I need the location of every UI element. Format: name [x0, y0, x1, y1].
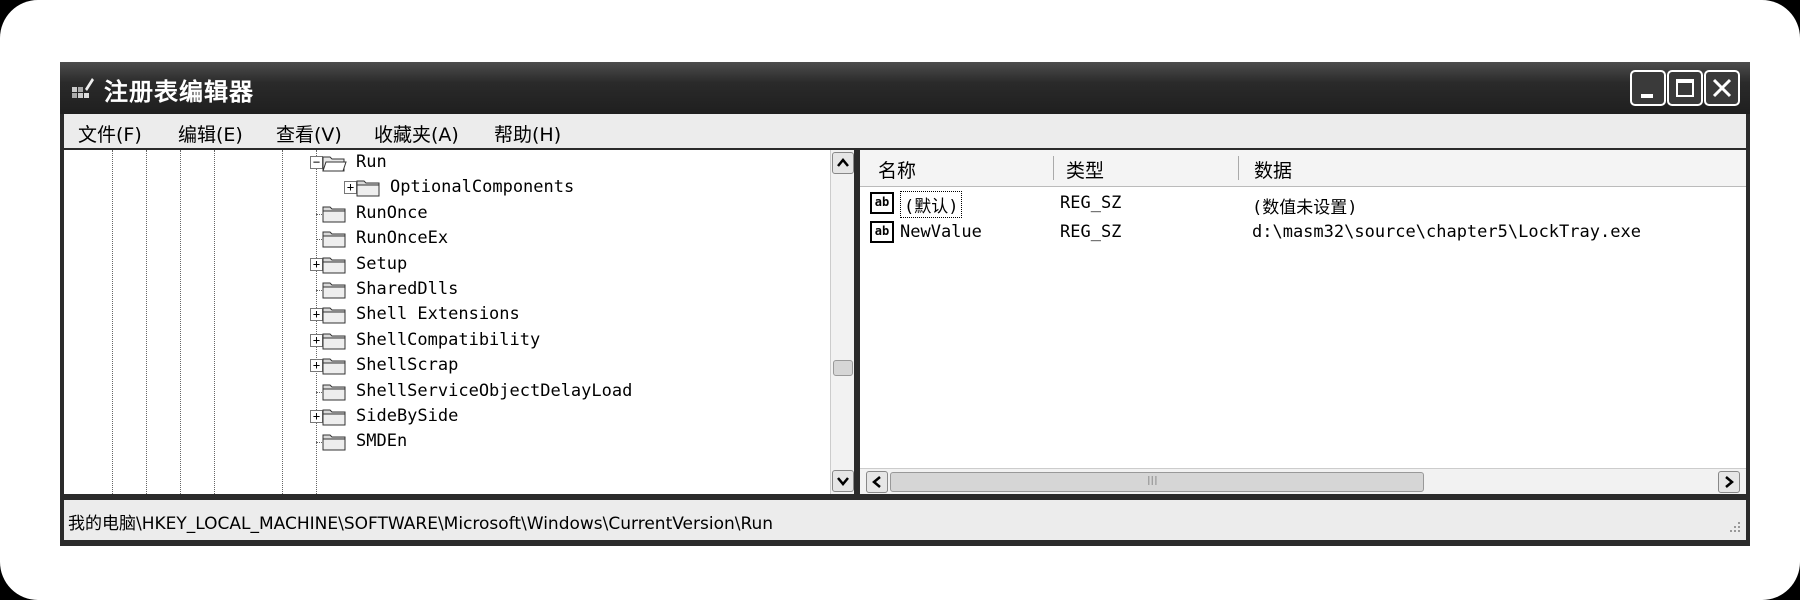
close-button[interactable]: [1704, 70, 1740, 106]
tree-item-label: OptionalComponents: [390, 177, 575, 198]
folder-icon: [322, 434, 346, 451]
tree-item-shell-extensions[interactable]: + Shell Extensions: [64, 302, 834, 328]
scroll-thumb[interactable]: [833, 360, 853, 376]
folder-open-icon: [322, 156, 347, 172]
minimize-icon: [1641, 94, 1653, 98]
list-horizontal-scrollbar[interactable]: III: [860, 468, 1746, 494]
folder-icon: [322, 358, 346, 375]
column-divider[interactable]: [1053, 156, 1054, 180]
chevron-up-icon: [837, 158, 849, 167]
menu-help[interactable]: 帮助(H): [494, 120, 561, 147]
tree-item-label: SharedDlls: [356, 279, 459, 299]
scroll-right-button[interactable]: [1718, 471, 1740, 493]
folder-icon: [322, 231, 346, 248]
chevron-left-icon: [872, 476, 881, 488]
scroll-up-button[interactable]: [832, 152, 854, 174]
value-type: REG_SZ: [1060, 193, 1122, 213]
list-header: 名称 类型 数据: [860, 150, 1746, 187]
tree-item-shellcompatibility[interactable]: + ShellCompatibility: [64, 328, 834, 354]
tree-item-label: SideBySide: [356, 406, 459, 426]
value-name: NewValue: [900, 222, 982, 242]
menu-file[interactable]: 文件(F): [78, 120, 142, 147]
tree-item-label: Setup: [356, 253, 408, 274]
window-title: 注册表编辑器: [104, 78, 254, 106]
column-divider[interactable]: [1238, 156, 1239, 180]
column-header-data[interactable]: 数据: [1254, 156, 1292, 183]
tree-item-runonce[interactable]: RunOnce: [64, 201, 834, 227]
tree-item-sidebyside[interactable]: + SideBySide: [64, 404, 834, 430]
regedit-window: 注册表编辑器 文件(F) 编辑(E) 查看(V) 收藏夹(A) 帮助(H) − R…: [60, 62, 1750, 546]
close-icon: [1712, 78, 1732, 98]
folder-icon: [322, 384, 346, 401]
value-name: (默认): [900, 191, 963, 218]
maximize-icon: [1676, 79, 1694, 97]
tree-item-shellserviceobjectdelayload[interactable]: ShellServiceObjectDelayLoad: [64, 379, 834, 405]
value-data: d:\masm32\source\chapter5\LockTray.exe: [1252, 222, 1641, 242]
tree-item-optionalcomponents[interactable]: + OptionalComponents: [64, 175, 834, 201]
scroll-grip-icon: III: [1147, 474, 1158, 488]
value-data: (数值未设置): [1252, 198, 1358, 218]
chevron-right-icon: [1725, 476, 1734, 488]
minimize-button[interactable]: [1630, 70, 1666, 106]
list-item[interactable]: ab (默认) REG_SZ (数值未设置): [860, 190, 1746, 218]
folder-icon: [322, 282, 346, 299]
scroll-thumb[interactable]: III: [890, 472, 1424, 492]
tree-item-label: Run: [356, 152, 387, 172]
tree-item-runonceex[interactable]: RunOnceEx: [64, 226, 834, 252]
tree-item-label: ShellServiceObjectDelayLoad: [356, 380, 633, 401]
menu-bar: 文件(F) 编辑(E) 查看(V) 收藏夹(A) 帮助(H): [64, 114, 1746, 148]
tree-item-label: RunOnce: [356, 202, 428, 223]
scroll-down-button[interactable]: [832, 470, 854, 492]
menu-view[interactable]: 查看(V): [276, 120, 342, 147]
values-list-pane[interactable]: 名称 类型 数据 ab (默认) REG_SZ (数值未设置) ab NewVa…: [860, 150, 1746, 494]
chevron-down-icon: [837, 477, 849, 486]
folder-icon: [322, 333, 346, 350]
folder-icon: [356, 180, 380, 197]
string-value-icon: ab: [870, 192, 894, 214]
folder-icon: [322, 409, 346, 426]
tree-item-shellscrap[interactable]: + ShellScrap: [64, 353, 834, 379]
key-tree-pane[interactable]: − Run + OptionalComponents RunOnce RunOnceEx +…: [64, 150, 854, 494]
tree-item-run[interactable]: − Run: [64, 150, 834, 176]
menu-favorites[interactable]: 收藏夹(A): [374, 120, 459, 147]
scroll-left-button[interactable]: [866, 471, 888, 493]
folder-icon: [322, 307, 346, 324]
tree-item-label: ShellScrap: [356, 355, 459, 376]
value-type: REG_SZ: [1060, 222, 1122, 242]
list-item[interactable]: ab NewValue REG_SZ d:\masm32\source\chap…: [860, 219, 1746, 247]
regedit-app-icon: [72, 78, 94, 98]
tree-item-label: ShellCompatibility: [356, 329, 541, 350]
maximize-button[interactable]: [1667, 70, 1703, 106]
resize-grip-icon[interactable]: [1726, 520, 1742, 536]
folder-icon: [322, 257, 346, 274]
column-header-type[interactable]: 类型: [1066, 156, 1104, 183]
string-value-icon: ab: [870, 221, 894, 243]
tree-item-smden[interactable]: SMDEn: [64, 429, 834, 455]
folder-icon: [322, 206, 346, 223]
tree-vertical-scrollbar[interactable]: [830, 150, 854, 494]
menu-edit[interactable]: 编辑(E): [178, 120, 243, 147]
tree-item-setup[interactable]: + Setup: [64, 252, 834, 278]
tree-item-label: SMDEn: [356, 431, 408, 452]
column-header-name[interactable]: 名称: [878, 156, 916, 183]
tree-item-label: RunOnceEx: [356, 228, 449, 249]
status-bar: 我的电脑\HKEY_LOCAL_MACHINE\SOFTWARE\Microso…: [64, 500, 1746, 540]
tree-item-label: Shell Extensions: [356, 304, 520, 325]
tree-item-shareddlls[interactable]: SharedDlls: [64, 277, 834, 303]
title-bar[interactable]: 注册表编辑器: [60, 62, 1750, 114]
status-path: 我的电脑\HKEY_LOCAL_MACHINE\SOFTWARE\Microso…: [68, 514, 774, 534]
